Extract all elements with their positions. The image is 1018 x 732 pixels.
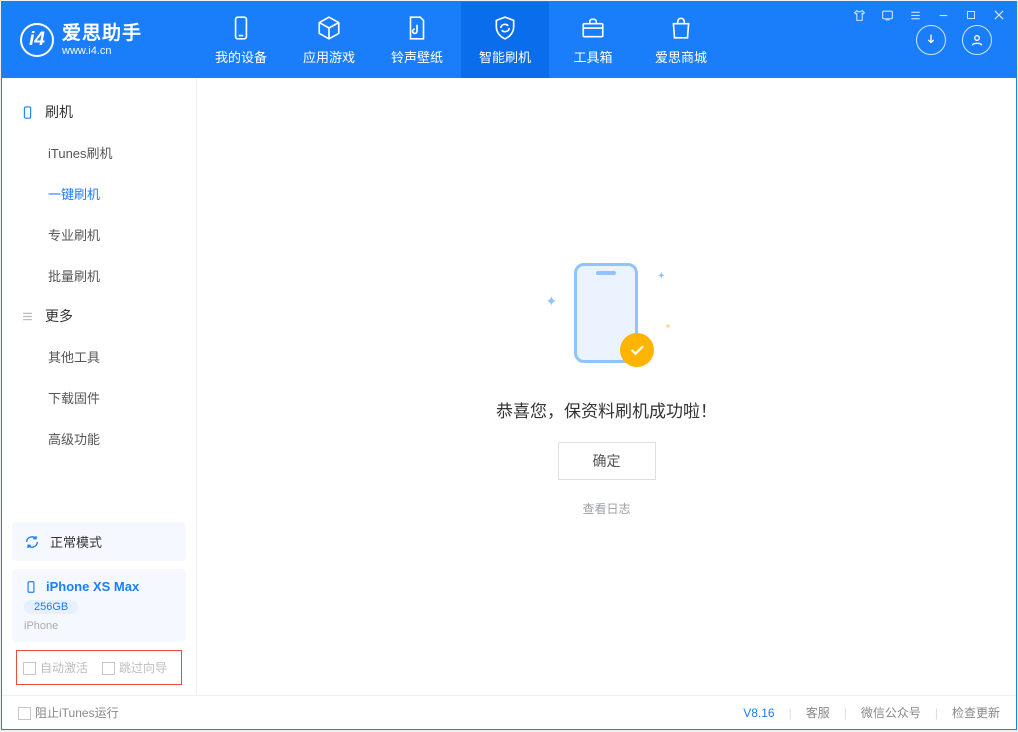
window-controls: [850, 6, 1008, 24]
download-button[interactable]: [916, 25, 946, 55]
check-icon: [628, 341, 646, 359]
checkbox-label: 跳过向导: [119, 661, 167, 675]
device-type: iPhone: [24, 620, 58, 632]
sparkle-icon: ✦: [665, 322, 672, 331]
refresh-shield-icon: [492, 15, 518, 41]
tab-toolbox[interactable]: 工具箱: [549, 2, 637, 78]
success-illustration: ✦ ✦ ✦: [542, 257, 672, 377]
device-mode[interactable]: 正常模式: [12, 522, 186, 561]
app-name-en: www.i4.cn: [62, 45, 142, 58]
version-text: V8.16: [743, 706, 774, 720]
tab-label: 爱思商城: [655, 47, 707, 66]
tab-ringtones[interactable]: 铃声壁纸: [373, 2, 461, 78]
sparkle-icon: ✦: [546, 293, 558, 310]
sparkle-icon: ✦: [657, 271, 665, 282]
section-title: 更多: [45, 306, 73, 326]
app-name-cn: 爱思助手: [62, 23, 142, 45]
wechat-link[interactable]: 微信公众号: [861, 704, 921, 721]
logo-icon: i4: [20, 23, 54, 57]
section-flash[interactable]: 刷机: [2, 92, 196, 132]
mode-text: 正常模式: [50, 532, 102, 551]
user-button[interactable]: [962, 25, 992, 55]
tab-apps[interactable]: 应用游戏: [285, 2, 373, 78]
status-bar: 阻止iTunes运行 V8.16 | 客服 | 微信公众号 | 检查更新: [2, 695, 1016, 729]
tab-store[interactable]: 爱思商城: [637, 2, 725, 78]
bag-icon: [668, 15, 694, 41]
minimize-button[interactable]: [934, 6, 952, 24]
main-content: ✦ ✦ ✦ 恭喜您，保资料刷机成功啦！ 确定 查看日志: [197, 78, 1016, 695]
feedback-icon[interactable]: [878, 6, 896, 24]
sync-icon: [24, 534, 40, 550]
music-file-icon: [404, 15, 430, 41]
tab-label: 我的设备: [215, 47, 267, 66]
skin-icon[interactable]: [850, 6, 868, 24]
sidebar-item-oneclick-flash[interactable]: 一键刷机: [2, 173, 196, 214]
view-log-link[interactable]: 查看日志: [582, 500, 630, 517]
device-panel: 正常模式 iPhone XS Max 256GB iPhone 自动激活 跳过向…: [2, 512, 196, 695]
download-icon: [923, 32, 939, 48]
checkbox-label: 自动激活: [40, 661, 88, 675]
device-name: iPhone XS Max: [46, 579, 139, 594]
tab-label: 智能刷机: [479, 47, 531, 66]
flash-options-highlight: 自动激活 跳过向导: [16, 650, 182, 685]
tab-label: 铃声壁纸: [391, 47, 443, 66]
section-more[interactable]: 更多: [2, 296, 196, 336]
ok-button[interactable]: 确定: [558, 442, 656, 480]
separator: |: [789, 706, 792, 720]
success-message: 恭喜您，保资料刷机成功啦！: [496, 397, 717, 422]
checkbox-label: 阻止iTunes运行: [35, 706, 119, 720]
maximize-button[interactable]: [962, 6, 980, 24]
menu-icon[interactable]: [906, 6, 924, 24]
tab-flash[interactable]: 智能刷机: [461, 2, 549, 78]
check-update-link[interactable]: 检查更新: [952, 704, 1000, 721]
user-icon: [969, 32, 985, 48]
sidebar-item-other-tools[interactable]: 其他工具: [2, 336, 196, 377]
check-badge-icon: [620, 333, 654, 367]
tab-my-device[interactable]: 我的设备: [197, 2, 285, 78]
device-info[interactable]: iPhone XS Max 256GB iPhone: [12, 569, 186, 642]
close-button[interactable]: [990, 6, 1008, 24]
block-itunes-checkbox[interactable]: 阻止iTunes运行: [18, 704, 119, 721]
toolbox-icon: [580, 15, 606, 41]
sidebar: 刷机 iTunes刷机 一键刷机 专业刷机 批量刷机 更多 其他工具 下载固件 …: [2, 78, 197, 695]
support-link[interactable]: 客服: [806, 704, 830, 721]
device-icon: [228, 15, 254, 41]
separator: |: [844, 706, 847, 720]
app-logo: i4 爱思助手 www.i4.cn: [2, 2, 197, 78]
sidebar-item-advanced[interactable]: 高级功能: [2, 418, 196, 459]
tab-label: 工具箱: [573, 47, 612, 66]
tab-label: 应用游戏: [303, 47, 355, 66]
skip-guide-checkbox[interactable]: 跳过向导: [102, 659, 167, 676]
phone-outline-icon: [20, 105, 35, 120]
device-capacity: 256GB: [24, 600, 78, 614]
sidebar-item-download-firmware[interactable]: 下载固件: [2, 377, 196, 418]
separator: |: [935, 706, 938, 720]
sidebar-item-itunes-flash[interactable]: iTunes刷机: [2, 132, 196, 173]
sidebar-item-batch-flash[interactable]: 批量刷机: [2, 255, 196, 296]
auto-activate-checkbox[interactable]: 自动激活: [23, 659, 88, 676]
section-title: 刷机: [45, 102, 73, 122]
list-icon: [20, 309, 35, 324]
phone-icon: [24, 580, 38, 594]
nav-tabs: 我的设备 应用游戏 铃声壁纸 智能刷机 工具箱 爱思商城: [197, 2, 916, 78]
sidebar-item-pro-flash[interactable]: 专业刷机: [2, 214, 196, 255]
cube-icon: [316, 15, 342, 41]
